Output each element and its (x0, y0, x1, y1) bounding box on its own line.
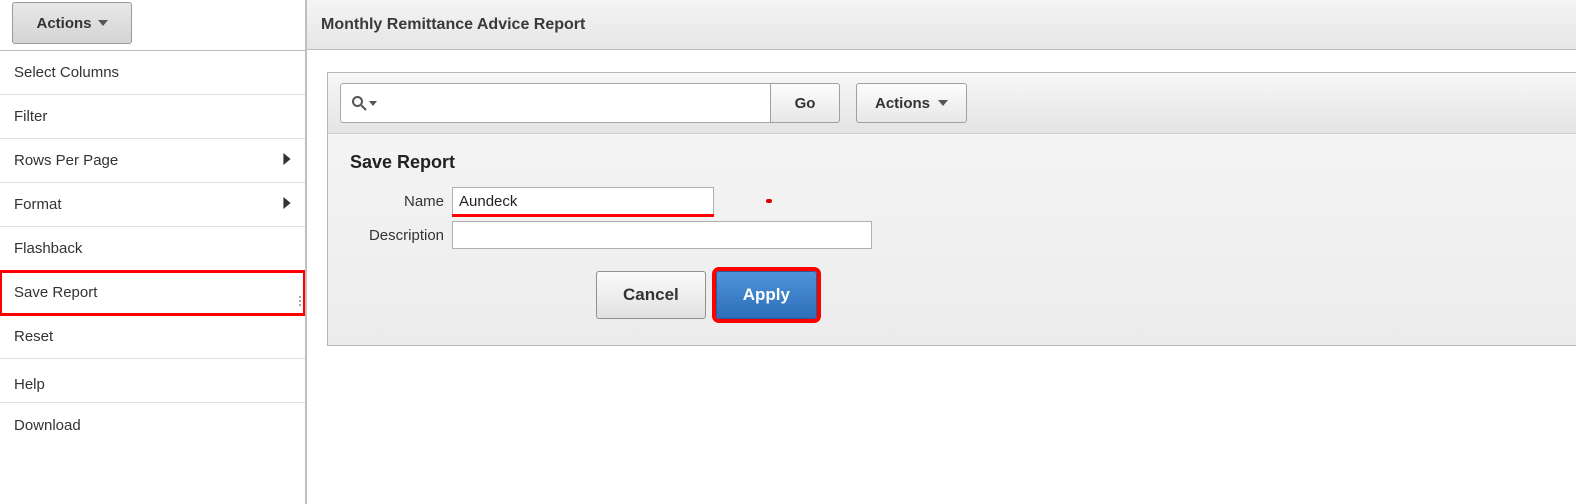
chevron-down-icon (938, 100, 948, 106)
main-content: Monthly Remittance Advice Report Go Acti… (305, 0, 1576, 504)
name-input[interactable] (452, 187, 714, 215)
actions-menu-button[interactable]: Actions (12, 2, 132, 44)
menu-item-label: Flashback (14, 240, 82, 257)
actions-menu-label: Actions (36, 15, 91, 32)
menu-item-label: Filter (14, 108, 47, 125)
description-label: Description (346, 227, 452, 244)
chevron-right-icon (283, 196, 291, 213)
toolbar-actions-button[interactable]: Actions (856, 83, 967, 123)
menu-item-label: Reset (14, 328, 53, 345)
menu-item-filter[interactable]: Filter (0, 95, 305, 139)
menu-item-label: Rows Per Page (14, 152, 118, 169)
actions-menu-panel: Actions Select Columns Filter Rows Per P… (0, 0, 305, 504)
menu-item-reset[interactable]: Reset (0, 315, 305, 359)
description-row: Description (346, 221, 1558, 249)
menu-item-help[interactable]: Help (0, 359, 305, 403)
menu-item-rows-per-page[interactable]: Rows Per Page (0, 139, 305, 183)
search-toolbar: Go Actions (327, 72, 1576, 133)
search-icon (351, 95, 367, 111)
panel-title: Save Report (350, 152, 1558, 173)
name-row: Name (346, 187, 1558, 215)
menu-item-flashback[interactable]: Flashback (0, 227, 305, 271)
page-title: Monthly Remittance Advice Report (321, 16, 585, 34)
toolbar-actions-label: Actions (875, 95, 930, 112)
actions-menu-list: Select Columns Filter Rows Per Page Form… (0, 51, 305, 447)
search-input[interactable] (386, 83, 770, 123)
page-title-bar: Monthly Remittance Advice Report (307, 0, 1576, 50)
cancel-button[interactable]: Cancel (596, 271, 706, 319)
button-row: Cancel Apply (596, 271, 1558, 319)
menu-item-label: Select Columns (14, 64, 119, 81)
menu-item-format[interactable]: Format (0, 183, 305, 227)
chevron-down-icon (369, 101, 377, 106)
menu-item-label: Save Report (14, 284, 97, 301)
apply-button[interactable]: Apply (716, 271, 817, 319)
save-report-panel: Save Report Name Description Cancel Appl… (327, 133, 1576, 346)
menu-item-label: Format (14, 196, 62, 213)
chevron-right-icon (283, 152, 291, 169)
menu-item-select-columns[interactable]: Select Columns (0, 51, 305, 95)
menu-item-save-report[interactable]: Save Report (0, 271, 305, 315)
name-label: Name (346, 193, 452, 210)
chevron-down-icon (98, 20, 108, 26)
search-group: Go (340, 83, 840, 123)
search-column-selector[interactable] (340, 83, 386, 123)
description-input[interactable] (452, 221, 872, 249)
menu-item-label: Download (14, 417, 81, 434)
annotation-mark (766, 199, 772, 203)
annotation-underline (452, 214, 714, 217)
menu-item-label: Help (14, 376, 45, 393)
menu-item-download[interactable]: Download (0, 403, 305, 447)
kebab-icon (299, 296, 301, 306)
go-button[interactable]: Go (770, 83, 840, 123)
